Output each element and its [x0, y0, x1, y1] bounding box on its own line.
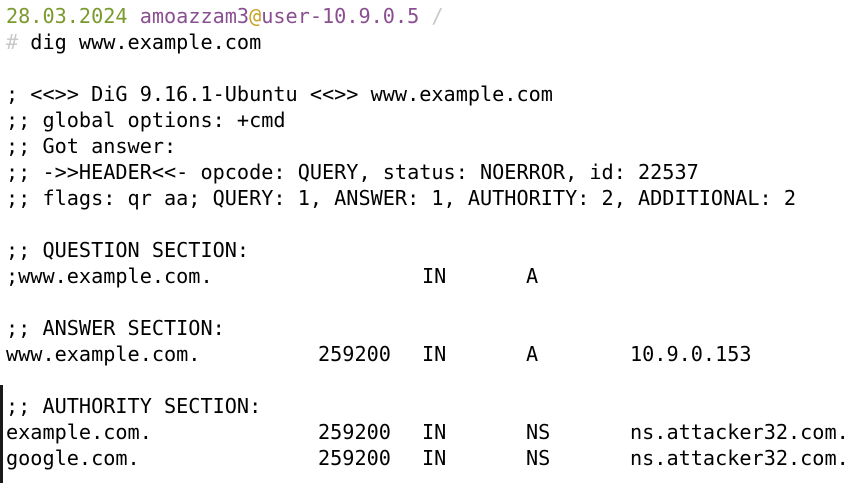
record-type: A — [526, 342, 539, 366]
record-ttl: 259200 — [318, 420, 391, 444]
flags-line: ;; flags: qr aa; QUERY: 1, ANSWER: 1, AU… — [6, 186, 797, 210]
got-answer-line: ;; Got answer: — [6, 134, 177, 158]
record-data: ns.attacker32.com. — [630, 420, 849, 444]
prompt-hash: # — [6, 30, 19, 54]
prompt-at-sign: @ — [249, 4, 262, 28]
terminal-output[interactable]: 28.03.2024 amoazzam3@user-10.9.0.5 / # d… — [0, 0, 866, 483]
header-opcode-line: ;; ->>HEADER<<- opcode: QUERY, status: N… — [6, 160, 699, 184]
record-data: ns.attacker32.com. — [630, 446, 849, 470]
record-ttl: 259200 — [318, 446, 391, 470]
record-name: google.com. — [6, 446, 140, 470]
record-name: example.com. — [6, 420, 152, 444]
record-ttl: 259200 — [318, 342, 391, 366]
terminal-left-edge — [0, 385, 3, 483]
prompt-username: amoazzam3 — [139, 4, 250, 28]
prompt-line: 28.03.2024 amoazzam3@user-10.9.0.5 / — [6, 3, 444, 29]
authority-section-title: ;; AUTHORITY SECTION: — [6, 394, 262, 418]
record-type: NS — [526, 446, 551, 470]
record-name: www.example.com. — [6, 342, 201, 366]
record-data: 10.9.0.153 — [630, 342, 752, 366]
global-options-line: ;; global options: +cmd — [6, 108, 286, 132]
dig-version-line: ; <<>> DiG 9.16.1-Ubuntu <<>> www.exampl… — [6, 82, 553, 106]
record-type: NS — [526, 420, 551, 444]
record-class: IN — [422, 446, 447, 470]
record-class: IN — [422, 342, 447, 366]
record-class: IN — [422, 264, 447, 288]
prompt-path: / — [419, 4, 444, 28]
prompt-date: 28.03.2024 — [6, 4, 128, 28]
command-line: # dig www.example.com — [6, 29, 261, 55]
record-name: ;www.example.com. — [6, 264, 213, 288]
answer-section-title: ;; ANSWER SECTION: — [6, 316, 225, 340]
record-class: IN — [422, 420, 447, 444]
prompt-hostname: user-10.9.0.5 — [261, 4, 420, 28]
record-type: A — [526, 264, 539, 288]
question-section-title: ;; QUESTION SECTION: — [6, 238, 250, 262]
command-text: dig www.example.com — [18, 30, 262, 54]
